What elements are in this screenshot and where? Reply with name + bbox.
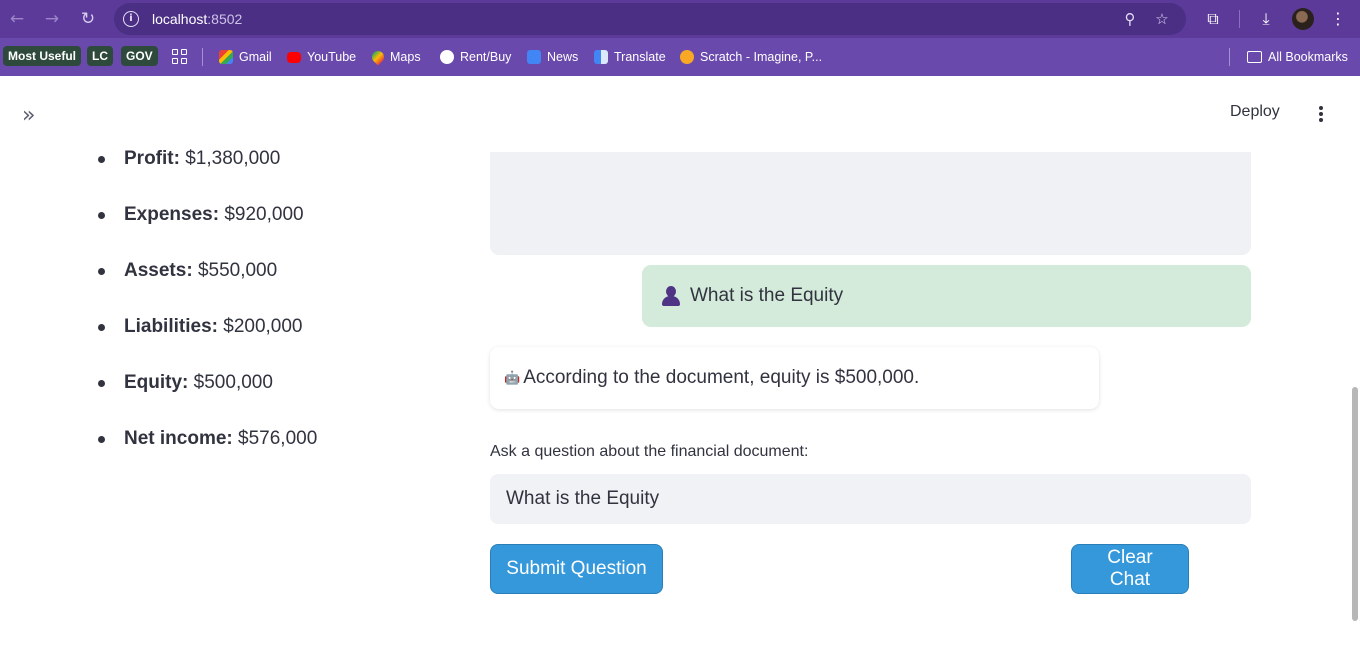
toolbar-divider (1239, 10, 1240, 28)
summary-label: Assets: (124, 260, 193, 281)
profile-avatar[interactable] (1292, 8, 1314, 30)
all-bookmarks-label: All Bookmarks (1268, 50, 1348, 64)
summary-label: Liabilities: (124, 316, 218, 337)
browser-toolbar: ← → ↻ i localhost:8502 ⚲ ☆ ⧉ ⤓ ⋮ (0, 0, 1360, 38)
question-input[interactable] (490, 474, 1251, 524)
bot-chat-message: 🤖 According to the document, equity is $… (490, 347, 1099, 409)
gmail-icon (219, 50, 233, 64)
list-item: Liabilities: $200,000 (96, 313, 436, 369)
bookmark-label: News (547, 50, 579, 64)
bookmark-divider (202, 48, 203, 66)
financial-summary-list: Profit: $1,380,000 Expenses: $920,000 As… (96, 145, 436, 481)
reload-icon[interactable]: ↻ (76, 7, 100, 31)
youtube-icon (287, 51, 301, 63)
bookmark-translate[interactable]: Translate (594, 47, 666, 67)
summary-value: $500,000 (193, 372, 273, 393)
deploy-button[interactable]: Deploy (1230, 103, 1280, 121)
bookmark-most-useful[interactable]: Most Useful (3, 46, 82, 66)
bookmark-news[interactable]: News (527, 47, 578, 67)
summary-label: Equity: (124, 372, 189, 393)
bookmark-label: Maps (390, 50, 421, 64)
bookmark-label: Scratch - Imagine, P... (700, 50, 823, 64)
bookmark-label: Gmail (239, 50, 272, 64)
forward-icon[interactable]: → (40, 7, 64, 31)
summary-value: $200,000 (223, 316, 303, 337)
user-chat-message: What is the Equity (642, 265, 1251, 327)
page-scrollbar[interactable] (1352, 387, 1358, 621)
summary-label: Profit: (124, 148, 180, 169)
bookmark-gmail[interactable]: Gmail (219, 47, 272, 67)
expand-sidebar-icon[interactable]: » (22, 103, 36, 128)
bookmarks-bar: Most Useful LC GOV Gmail YouTube Maps Re… (0, 38, 1360, 76)
summary-label: Net income: (124, 428, 233, 449)
summary-value: $576,000 (238, 428, 318, 449)
list-item: Assets: $550,000 (96, 257, 436, 313)
folder-icon (1247, 51, 1262, 63)
summary-value: $920,000 (224, 204, 304, 225)
bookmark-label: Translate (614, 50, 666, 64)
browser-menu-icon[interactable]: ⋮ (1326, 7, 1350, 31)
scratch-icon (680, 50, 694, 64)
apps-grid-icon[interactable] (172, 49, 187, 64)
globe-icon (440, 50, 454, 64)
bookmark-label: Rent/Buy (460, 50, 512, 64)
bookmark-scratch[interactable]: Scratch - Imagine, P... (680, 47, 822, 67)
list-item: Expenses: $920,000 (96, 201, 436, 257)
bookmark-rent-buy[interactable]: Rent/Buy (440, 47, 511, 67)
news-icon (527, 50, 541, 64)
site-info-icon[interactable]: i (123, 11, 139, 27)
address-url[interactable]: localhost:8502 (152, 11, 242, 27)
address-bar[interactable]: i localhost:8502 ⚲ ☆ (114, 3, 1186, 35)
download-icon[interactable]: ⤓ (1254, 7, 1278, 31)
summary-label: Expenses: (124, 204, 220, 225)
main-menu-icon[interactable] (1310, 103, 1332, 125)
question-label: Ask a question about the financial docum… (490, 443, 809, 460)
previous-chat-message (490, 152, 1251, 255)
bot-message-text: According to the document, equity is $50… (523, 367, 920, 388)
app-container: » Deploy Profit: $1,380,000 Expenses: $9… (0, 77, 1360, 671)
back-icon[interactable]: ← (5, 7, 29, 31)
robot-icon: 🤖 (504, 370, 521, 386)
bookmark-maps[interactable]: Maps (369, 47, 421, 67)
user-message-text: What is the Equity (690, 285, 844, 306)
bookmark-label: YouTube (307, 50, 357, 64)
bookmark-lc[interactable]: LC (87, 46, 113, 66)
summary-value: $550,000 (197, 260, 278, 281)
list-item: Net income: $576,000 (96, 425, 436, 481)
star-icon[interactable]: ☆ (1152, 9, 1172, 29)
clear-chat-button[interactable]: Clear Chat (1071, 544, 1189, 594)
extensions-icon[interactable]: ⧉ (1201, 7, 1225, 31)
bookmark-divider (1229, 48, 1230, 66)
summary-value: $1,380,000 (185, 148, 281, 169)
list-item: Profit: $1,380,000 (96, 145, 436, 201)
list-item: Equity: $500,000 (96, 369, 436, 425)
all-bookmarks[interactable]: All Bookmarks (1247, 47, 1348, 67)
bookmark-youtube[interactable]: YouTube (287, 47, 356, 67)
translate-icon (594, 50, 608, 64)
maps-icon (369, 48, 387, 66)
zoom-icon[interactable]: ⚲ (1120, 9, 1140, 29)
bookmark-gov[interactable]: GOV (121, 46, 158, 66)
user-icon (660, 285, 682, 307)
submit-question-button[interactable]: Submit Question (490, 544, 663, 594)
